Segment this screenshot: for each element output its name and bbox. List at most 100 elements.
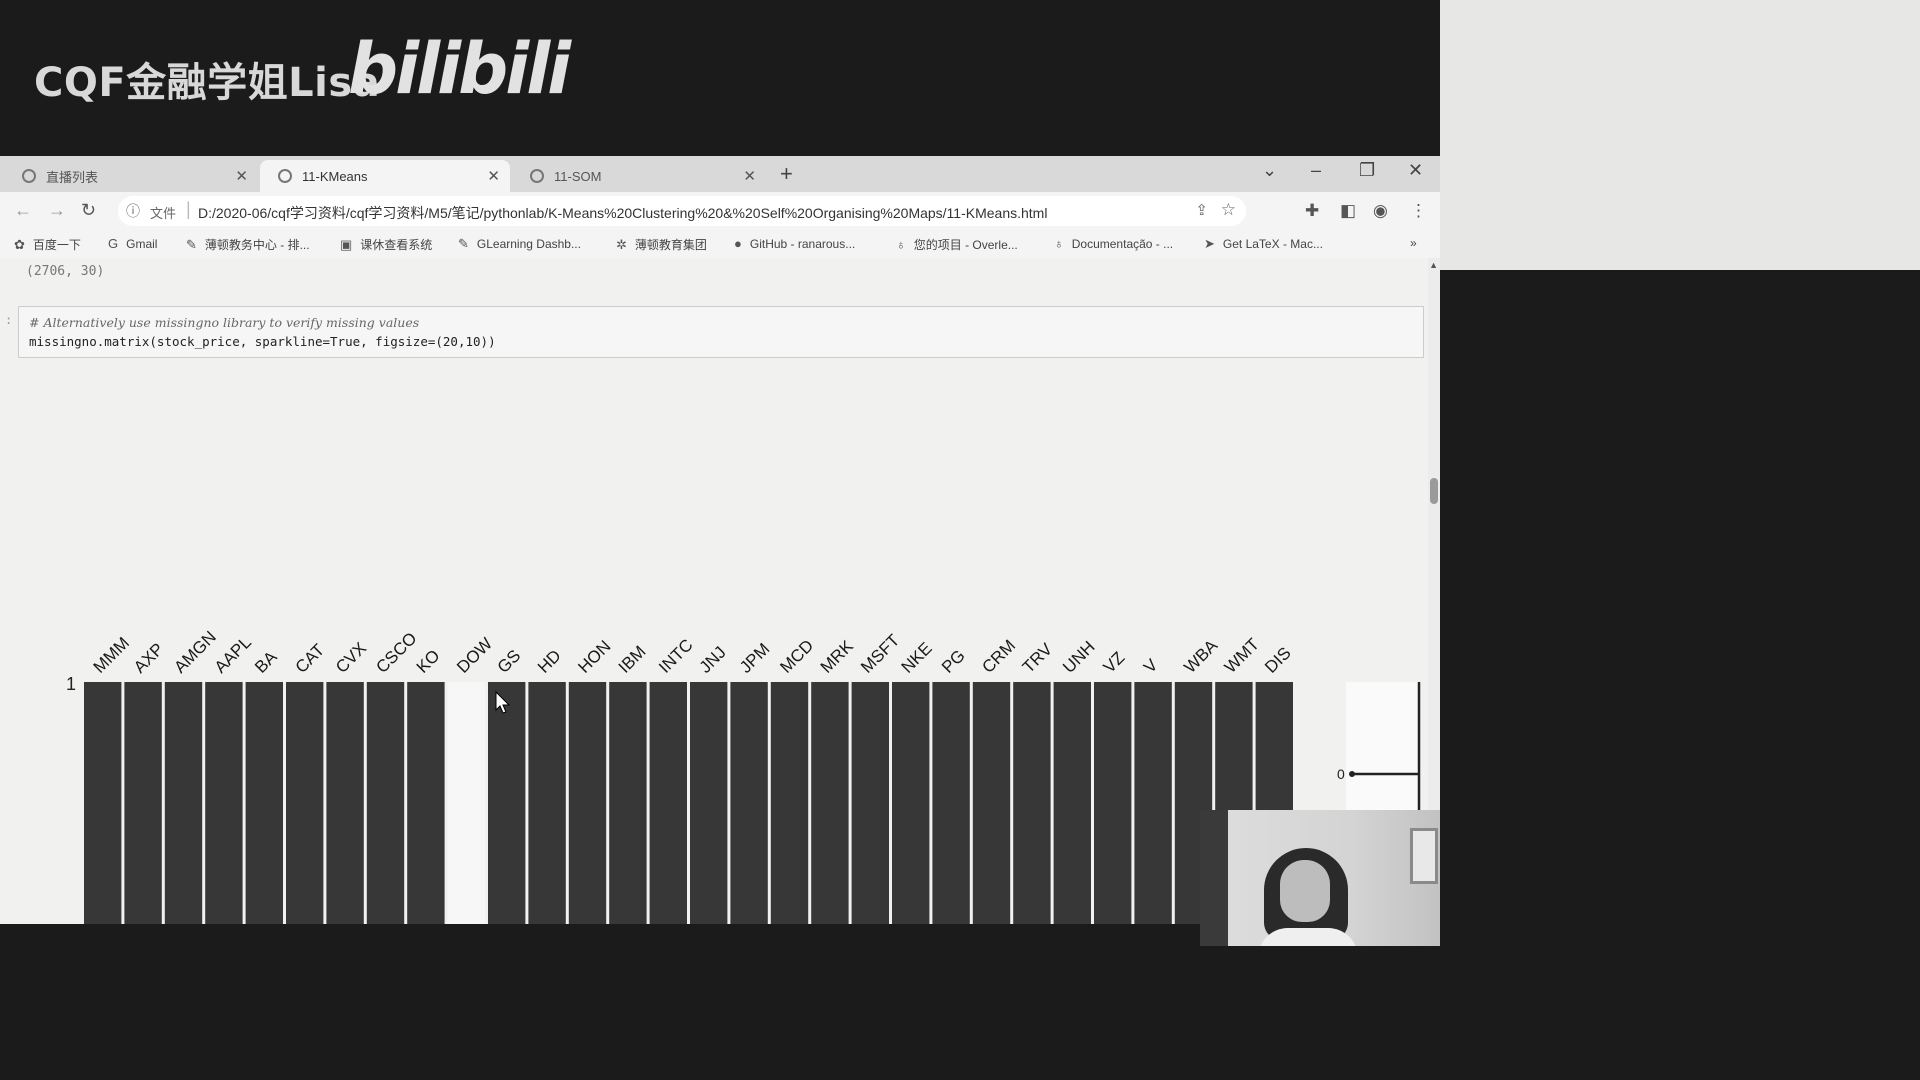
column-label: MCD: [776, 636, 817, 677]
bird-icon: ➤: [1204, 236, 1215, 251]
puzzle-icon[interactable]: ✚: [1305, 201, 1319, 221]
gear-icon: ✲: [616, 237, 627, 252]
column-label: DOW: [453, 634, 496, 677]
tab-som[interactable]: 11-SOM ✕: [512, 160, 766, 192]
tab-label: 11-SOM: [554, 168, 602, 184]
column-label: MSFT: [857, 631, 903, 677]
bookmark-item[interactable]: ▣ 课休查看系统: [340, 236, 432, 253]
matrix-column-trv: [1013, 682, 1051, 924]
tab-bar: 直播列表 ✕ 11-KMeans ✕ 11-SOM ✕ + ⌄ – ❐ ✕: [0, 156, 1440, 192]
tab-search-button[interactable]: ⌄: [1262, 160, 1277, 181]
globe-icon: [278, 169, 292, 183]
column-label: JNJ: [696, 643, 730, 677]
tab-live-list[interactable]: 直播列表 ✕: [4, 160, 258, 192]
bookmark-item[interactable]: ✿ 百度一下: [14, 236, 81, 253]
sidepanel-icon[interactable]: ◧: [1340, 201, 1356, 221]
wall-picture: [1410, 828, 1438, 884]
column-label: CVX: [332, 639, 370, 677]
column-label: UNH: [1059, 637, 1098, 676]
bookmark-label: 薄顿教务中心 - 排...: [204, 238, 310, 252]
bookmark-item[interactable]: ♁ Documentação - ...: [1054, 236, 1173, 251]
presenter-face: [1280, 860, 1330, 922]
address-separator: |: [186, 199, 191, 219]
share-icon[interactable]: ⇪: [1195, 201, 1208, 219]
star-icon[interactable]: ☆: [1221, 200, 1236, 220]
profile-icon[interactable]: ◉: [1373, 201, 1388, 221]
screen: CQF金融学姐Lisa bilibili 直播列表 ✕ 11-KMeans ✕ …: [0, 0, 1920, 1080]
column-label: CAT: [292, 640, 329, 677]
close-icon[interactable]: ✕: [487, 167, 500, 185]
flower-icon: ✿: [14, 237, 25, 252]
column-label: HON: [574, 637, 614, 677]
google-icon: G: [108, 236, 119, 251]
bookmarks-bar: ✿ 百度一下 G Gmail ✎ 薄顿教务中心 - 排... ▣ 课休查看系统 ✎ GLe…: [0, 230, 1440, 259]
bookmark-label: 课休查看系统: [360, 238, 433, 252]
bookmark-item[interactable]: ● GitHub - ranarous...: [734, 236, 855, 251]
matrix-column-amgn: [164, 682, 203, 924]
bookmark-item[interactable]: ✎ GLearning Dashb...: [458, 236, 581, 252]
tab-favicon-icon: [22, 169, 36, 183]
bookmark-item[interactable]: ✎ 薄顿教务中心 - 排...: [186, 236, 310, 253]
scrollbar-thumb[interactable]: [1430, 478, 1438, 504]
matrix-column-crm: [972, 682, 1011, 924]
reload-button[interactable]: ↻: [81, 200, 96, 221]
matrix-column-mrk: [811, 682, 849, 924]
close-icon[interactable]: ✕: [235, 167, 248, 185]
matrix-column-csco: [366, 682, 405, 924]
address-bar[interactable]: ⓘ 文件 | D:/2020-06/cqf学习资料/cqf学习资料/M5/笔记/…: [118, 196, 1246, 226]
overleaf-icon: ♁: [896, 237, 906, 252]
minimize-button[interactable]: –: [1311, 160, 1321, 181]
link-icon: ✎: [458, 236, 469, 251]
matrix-column-pg: [932, 682, 970, 924]
column-label: TRV: [1019, 639, 1057, 677]
menu-icon[interactable]: ⋮: [1410, 201, 1427, 221]
column-label: HD: [534, 646, 565, 677]
matrix-column-unh: [1053, 682, 1091, 924]
matrix-column-ba: [245, 682, 283, 924]
browser-toolbar: ← → ↻ ⓘ 文件 | D:/2020-06/cqf学习资料/cqf学习资料/…: [0, 192, 1440, 230]
column-label: KO: [413, 646, 444, 677]
back-button[interactable]: ←: [14, 200, 32, 221]
bookmark-item[interactable]: ♁ 您的项目 - Overle...: [896, 236, 1018, 253]
bookmark-label: 您的项目 - Overle...: [913, 238, 1018, 252]
tab-label: 11-KMeans: [302, 168, 368, 184]
scroll-up-icon[interactable]: ▲: [1429, 260, 1438, 270]
matrix-column-hon: [568, 682, 607, 924]
column-label: WMT: [1221, 635, 1263, 677]
column-label: PG: [938, 646, 969, 677]
background-panel: [1440, 0, 1920, 270]
info-icon[interactable]: ⓘ: [126, 201, 140, 221]
matrix-column-hd: [528, 682, 566, 924]
bookmark-item[interactable]: ➤ Get LaTeX - Mac...: [1204, 236, 1323, 252]
matrix-column-cvx: [326, 682, 364, 924]
column-label: MMM: [90, 633, 133, 676]
restore-button[interactable]: ❐: [1359, 160, 1375, 181]
github-icon: ●: [734, 236, 742, 251]
matrix-column-aapl: [205, 682, 243, 924]
tab-kmeans[interactable]: 11-KMeans ✕: [260, 160, 510, 192]
url-text[interactable]: D:/2020-06/cqf学习资料/cqf学习资料/M5/笔记/pythonl…: [198, 203, 1047, 223]
matrix-column-jpm: [730, 682, 768, 924]
bookmark-item[interactable]: ✲ 薄顿教育集团: [616, 236, 707, 253]
matrix-column-ko: [407, 682, 445, 924]
bookmark-item[interactable]: G Gmail: [108, 236, 157, 251]
column-label: JPM: [736, 639, 773, 676]
video-banner: CQF金融学姐Lisa bilibili: [0, 0, 1440, 156]
bookmarks-overflow-button[interactable]: »: [1410, 236, 1417, 250]
matrix-column-vz: [1094, 682, 1132, 924]
matrix-column-cat: [286, 682, 324, 924]
bilibili-logo: bilibili: [348, 28, 571, 110]
matrix-column-dow: [447, 682, 485, 924]
overleaf-icon: ♁: [1054, 236, 1064, 251]
forward-button[interactable]: →: [48, 200, 66, 221]
matrix-column-nke: [892, 682, 930, 924]
column-label: AMGN: [170, 627, 219, 676]
matrix-column-msft: [851, 682, 889, 924]
matrix-column-intc: [649, 682, 687, 924]
matrix-column-mcd: [770, 682, 809, 924]
new-tab-button[interactable]: +: [780, 161, 793, 187]
matrix-column-v: [1134, 682, 1172, 924]
close-icon[interactable]: ✕: [743, 167, 756, 185]
column-label: CSCO: [372, 629, 420, 677]
close-window-button[interactable]: ✕: [1408, 160, 1423, 181]
